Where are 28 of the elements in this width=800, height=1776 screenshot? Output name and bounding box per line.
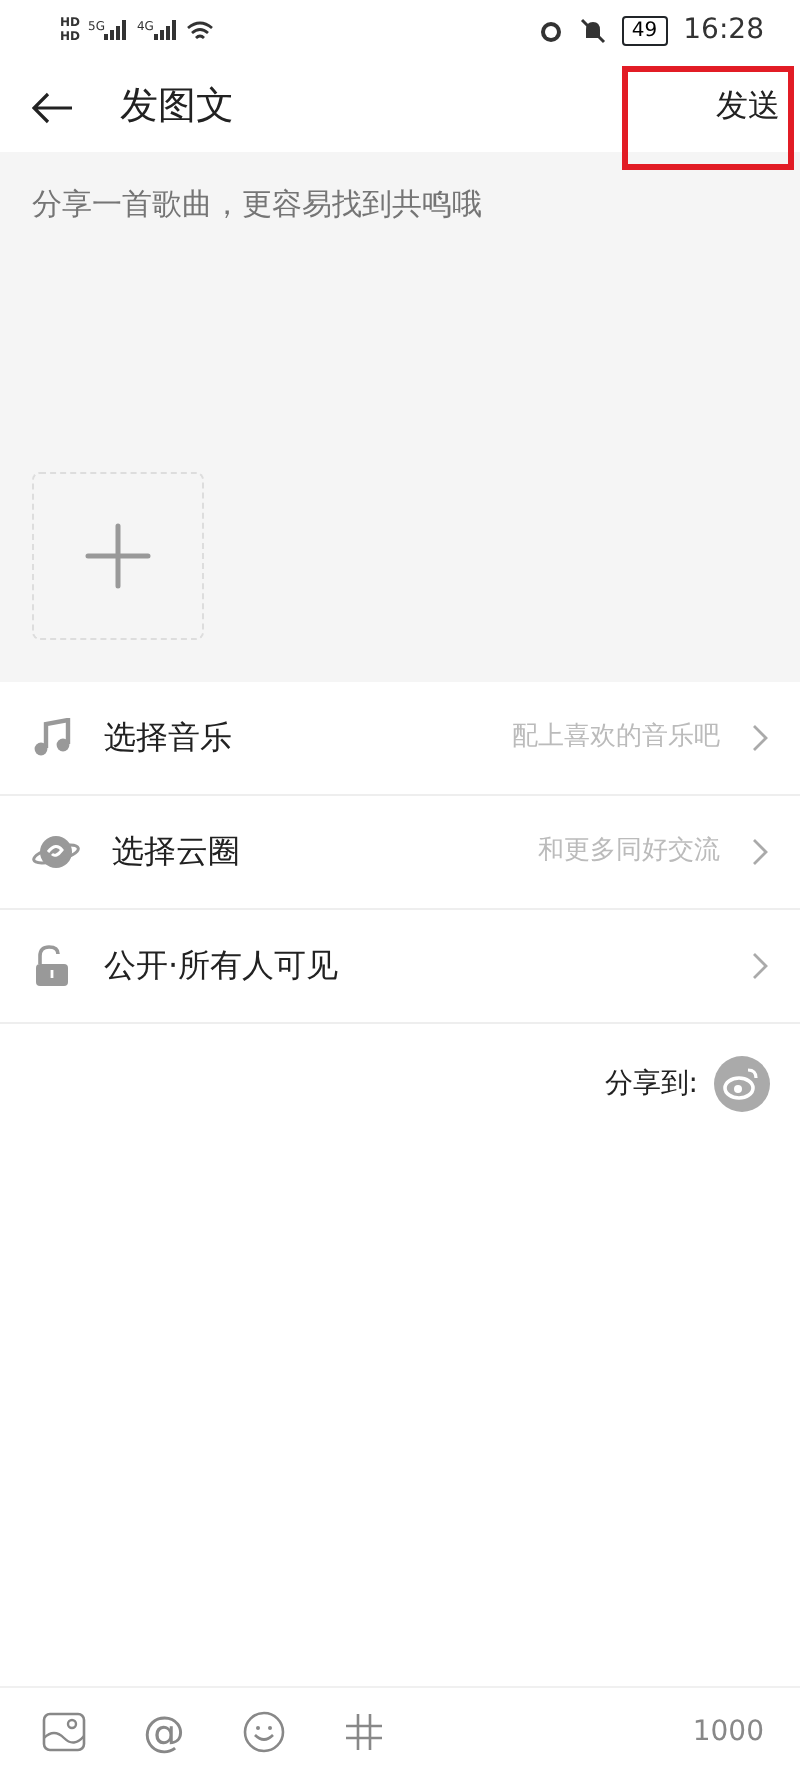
chevron-right-icon [752,952,768,980]
option-hint: 配上喜欢的音乐吧 [512,720,720,757]
page-title: 发图文 [120,81,234,132]
battery-icon: 49 [621,15,668,45]
back-arrow-icon [32,91,72,124]
hashtag-icon [344,1712,384,1752]
character-counter: 1000 [692,1713,766,1751]
mute-bell-icon [579,17,606,43]
option-label: 选择云圈 [112,830,240,874]
wifi-icon [185,19,214,41]
planet-icon [32,832,80,872]
share-label: 分享到: [604,1065,698,1103]
signal-icon [104,20,129,40]
image-icon [42,1712,86,1752]
mention-button[interactable]: @ [128,1708,200,1756]
option-label: 公开·所有人可见 [104,944,339,988]
music-note-icon [32,718,72,758]
smiley-icon [242,1710,286,1754]
chevron-right-icon [752,724,768,752]
unlocked-padlock-icon [32,944,72,988]
send-button[interactable]: 发送 [704,82,792,130]
time-text: 16:28 [683,11,764,49]
signal-icon [153,20,178,40]
plus-icon [84,522,152,590]
option-label: 选择音乐 [104,716,232,760]
chevron-right-icon [752,838,768,866]
option-hint: 和更多同好交流 [538,834,720,871]
post-text-field[interactable]: 分享一首歌曲，更容易找到共鸣哦 [32,182,768,227]
